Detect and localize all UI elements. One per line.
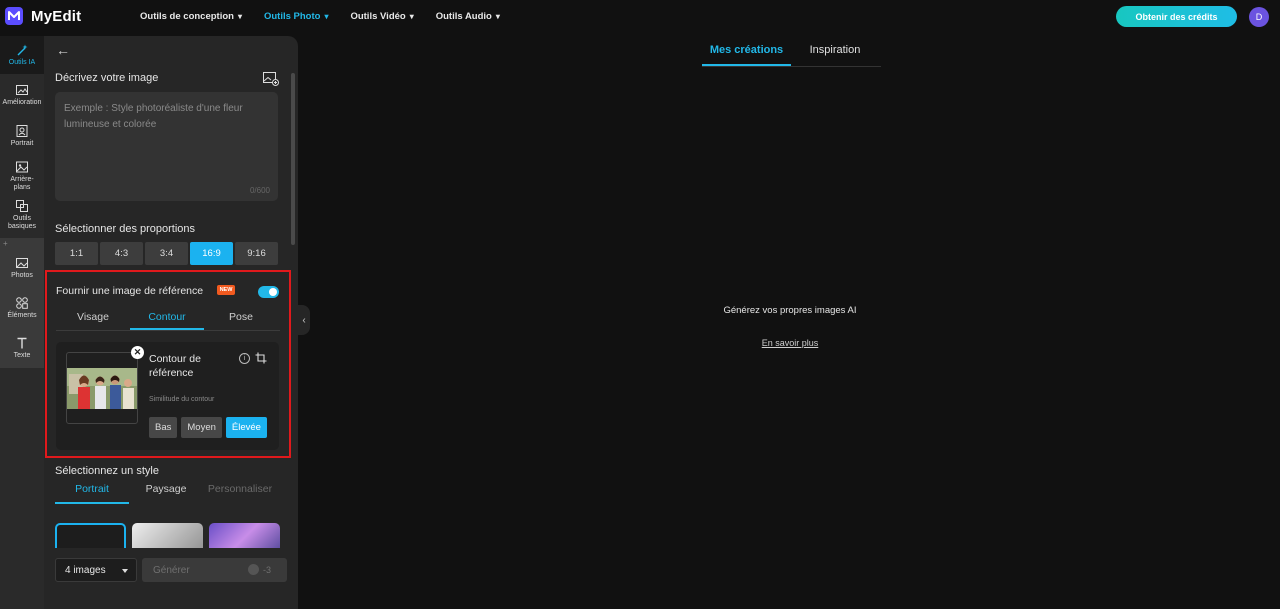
- nav-audio-tools[interactable]: Outils Audio ▾: [436, 11, 500, 22]
- style-tabs: Portrait Paysage Personnaliser: [55, 483, 278, 504]
- rail-item-ai-tools[interactable]: Outils IA: [0, 36, 44, 74]
- app-name[interactable]: MyEdit: [31, 8, 81, 25]
- tab-inspiration[interactable]: Inspiration: [791, 40, 879, 66]
- level-high-button[interactable]: Élevée: [225, 417, 267, 438]
- generate-button[interactable]: Générer -3: [142, 558, 287, 582]
- tab-style-portrait[interactable]: Portrait: [55, 483, 129, 504]
- tab-style-landscape[interactable]: Paysage: [129, 483, 203, 504]
- image-upload-icon[interactable]: [263, 72, 279, 86]
- nav-video-tools[interactable]: Outils Vidéo ▾: [350, 11, 413, 22]
- generate-bar: 4 images Générer -3: [44, 548, 298, 609]
- collapse-panel-icon[interactable]: ‹: [298, 305, 310, 335]
- reference-image-section: Fournir une image de référence NEW Visag…: [45, 270, 291, 458]
- ratio-9-16-button[interactable]: 9:16: [235, 242, 278, 265]
- ratio-1-1-button[interactable]: 1:1: [55, 242, 98, 265]
- caret-down-icon: [122, 569, 128, 573]
- tool-rail: + Outils IA Amélioration Portrait Arrièr…: [0, 36, 44, 609]
- nav-design-tools[interactable]: Outils de conception ▾: [140, 11, 242, 22]
- rail-item-elements[interactable]: Éléments: [0, 296, 44, 320]
- reference-tabs: Visage Contour Pose: [56, 307, 280, 331]
- rail-item-photos[interactable]: Photos: [0, 256, 44, 280]
- text-icon: [17, 337, 27, 349]
- nav-photo-tools[interactable]: Outils Photo ▾: [264, 11, 328, 22]
- ratio-title: Sélectionner des proportions: [55, 223, 196, 235]
- prompt-input[interactable]: Exemple : Style photoréaliste d'une fleu…: [55, 92, 278, 201]
- generate-cost: -3: [247, 564, 271, 575]
- remove-image-icon[interactable]: ✕: [131, 346, 144, 359]
- ratio-selector: 1:1 4:3 3:4 16:9 9:16: [55, 242, 278, 265]
- info-icon[interactable]: i: [239, 353, 250, 364]
- reference-thumbnail[interactable]: [66, 352, 138, 424]
- tab-face[interactable]: Visage: [56, 307, 130, 330]
- rail-item-basic-tools[interactable]: Outils basiques: [0, 199, 44, 231]
- rail-item-backgrounds[interactable]: Arrière-plans: [0, 160, 44, 192]
- credit-coin-icon: [247, 564, 259, 575]
- empty-state-title: Générez vos propres images AI: [723, 305, 857, 316]
- basic-tools-icon: [16, 200, 28, 212]
- chevron-down-icon: ▾: [409, 12, 414, 21]
- style-title: Sélectionnez un style: [55, 465, 159, 477]
- crop-icon[interactable]: [255, 352, 267, 364]
- enhance-icon: [16, 85, 28, 95]
- portrait-icon: [16, 125, 28, 137]
- get-credits-button[interactable]: Obtenir des crédits: [1116, 6, 1237, 27]
- ratio-3-4-button[interactable]: 3:4: [145, 242, 188, 265]
- tab-my-creations[interactable]: Mes créations: [702, 40, 791, 66]
- background-icon: [16, 161, 28, 173]
- magic-wand-icon: [17, 44, 28, 56]
- tab-style-custom[interactable]: Personnaliser: [203, 483, 277, 504]
- chevron-down-icon: ▾: [237, 12, 242, 21]
- similarity-label: Similitude du contour: [149, 396, 215, 403]
- photo-icon: [16, 258, 28, 268]
- chevron-down-icon: ▾: [324, 12, 329, 21]
- panel-scrollbar[interactable]: [291, 73, 295, 245]
- image-count-select[interactable]: 4 images: [55, 558, 137, 582]
- level-low-button[interactable]: Bas: [149, 417, 178, 438]
- reference-photo-image: [67, 368, 137, 409]
- prompt-placeholder: Exemple : Style photoréaliste d'une fleu…: [64, 103, 243, 130]
- chevron-down-icon: ▾: [495, 12, 500, 21]
- myedit-logo-icon[interactable]: [5, 7, 23, 25]
- similarity-level-selector: Bas Moyen Élevée: [149, 417, 267, 438]
- ratio-16-9-button[interactable]: 16:9: [190, 242, 233, 265]
- main-tabs: Mes créations Inspiration: [702, 40, 881, 67]
- tab-pose[interactable]: Pose: [204, 307, 278, 330]
- reference-card: ✕ Contour de référence i Similitude du c…: [56, 342, 279, 450]
- top-bar: MyEdit Outils de conception ▾ Outils Phot…: [0, 0, 1280, 34]
- rail-item-enhancement[interactable]: Amélioration: [0, 83, 44, 107]
- plus-icon: +: [3, 239, 8, 248]
- avatar[interactable]: D: [1249, 7, 1269, 27]
- rail-item-portrait[interactable]: Portrait: [0, 124, 44, 148]
- back-arrow-icon[interactable]: ←: [56, 42, 70, 58]
- generator-panel: ← Décrivez votre image Exemple : Style p…: [44, 36, 298, 609]
- tab-contour[interactable]: Contour: [130, 307, 204, 330]
- describe-title: Décrivez votre image: [55, 72, 159, 84]
- ratio-4-3-button[interactable]: 4:3: [100, 242, 143, 265]
- rail-item-text[interactable]: Texte: [0, 336, 44, 360]
- elements-icon: [16, 297, 28, 309]
- level-medium-button[interactable]: Moyen: [181, 417, 222, 438]
- prompt-char-counter: 0/600: [249, 186, 270, 195]
- learn-more-link[interactable]: En savoir plus: [740, 338, 840, 348]
- reference-title: Fournir une image de référence: [56, 285, 204, 297]
- reference-toggle[interactable]: [258, 286, 279, 298]
- main-nav: Outils de conception ▾ Outils Photo ▾ Outi…: [140, 11, 522, 22]
- new-badge: NEW: [217, 285, 235, 295]
- contour-card-title: Contour de référence: [149, 353, 201, 379]
